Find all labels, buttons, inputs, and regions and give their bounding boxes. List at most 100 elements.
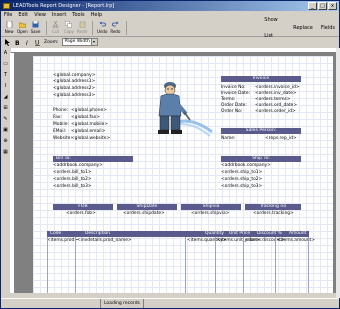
ship-to-line[interactable]: <orders.ship_to2>	[221, 177, 262, 183]
invoice-value[interactable]: <orders.order_id>	[255, 109, 296, 114]
bill-to-line[interactable]: <orders.bill_to1>	[53, 170, 92, 176]
paste-icon	[79, 21, 85, 28]
contact-label[interactable]: Phone:	[53, 108, 68, 114]
ship-to-header[interactable]: Ship To:	[221, 156, 301, 162]
left-toolbox: A ▭ T I ◢ ⊞ ✎ ▣ ⊕ ▦	[1, 48, 10, 298]
vertical-scrollbar[interactable]	[336, 48, 340, 298]
invoice-label[interactable]: Terms:	[221, 97, 235, 102]
pointer-icon[interactable]	[4, 38, 11, 46]
minimize-button[interactable]: _	[308, 2, 317, 10]
save-button[interactable]: Save	[29, 20, 41, 36]
menu-insert[interactable]: Insert	[52, 11, 66, 19]
tracking-header[interactable]: Tracking no	[245, 204, 301, 210]
status-left	[1, 299, 101, 308]
pen-tool-icon[interactable]: ✎	[2, 116, 9, 123]
invoice-value[interactable]: <orders.ord_date>	[255, 103, 297, 108]
invoice-header[interactable]: Invoice	[221, 76, 301, 82]
contact-label[interactable]: Website:	[53, 136, 72, 142]
close-button[interactable]: x	[328, 2, 337, 10]
bill-to-header[interactable]: Bill To:	[53, 156, 133, 162]
column-divider	[215, 237, 216, 293]
contact-value[interactable]: <global.website>	[71, 136, 110, 142]
fob-header[interactable]: FOB	[53, 204, 113, 210]
invoice-value[interactable]: <orders.inv_date>	[255, 91, 296, 96]
open-button[interactable]: Open	[16, 20, 28, 36]
sales-name-label[interactable]: Name:	[221, 136, 235, 141]
line-tool-icon[interactable]: ◢	[2, 94, 9, 101]
toolbar-separator	[92, 20, 94, 35]
col-description[interactable]: Description	[85, 231, 110, 237]
invoice-value[interactable]: <orders.terms>	[255, 97, 290, 102]
copy-button[interactable]: Copy	[63, 20, 75, 36]
frame-tool-icon[interactable]: ▣	[2, 127, 9, 134]
report-page[interactable]: <global.company> <global.address1> <glob…	[33, 56, 333, 293]
contact-label[interactable]: Fax:	[53, 115, 62, 121]
company-line[interactable]: <global.address3>	[53, 93, 95, 99]
ship-to-line[interactable]: <addrbook.company>	[221, 163, 271, 169]
menu-tools[interactable]: Tools	[72, 11, 84, 19]
col-code[interactable]: Code	[50, 231, 61, 237]
contact-value[interactable]: <global.email>	[71, 129, 105, 135]
redo-button[interactable]: Redo	[109, 20, 121, 36]
rectangle-tool-icon[interactable]: ▭	[2, 61, 9, 68]
shipdate-value[interactable]: <orders.shipdate>	[123, 211, 165, 217]
text-tool-icon[interactable]: A	[2, 50, 9, 57]
ship-to-line[interactable]: <orders.ship_to1>	[221, 170, 262, 176]
folder-open-icon	[18, 22, 26, 28]
col-unit-price[interactable]: Unit Price	[229, 231, 250, 237]
col-discount[interactable]: Discount %	[257, 231, 282, 237]
table-tool-icon[interactable]: ⊞	[2, 105, 9, 112]
col-amount[interactable]: Amount	[289, 231, 306, 237]
company-logo-image[interactable]	[148, 78, 216, 140]
bill-to-line[interactable]: <orders.bill_to3>	[53, 184, 92, 190]
bold-icon[interactable]: B	[14, 39, 21, 46]
status-bar: Loading records	[1, 298, 339, 308]
invoice-value[interactable]: <orders.invoice_id>	[255, 85, 300, 90]
item-code-field[interactable]: <items.prod>	[47, 238, 78, 243]
item-amount-field[interactable]: <items.amount>	[277, 238, 315, 243]
tracking-value[interactable]: <orders.tracking>	[253, 211, 294, 217]
invoice-label[interactable]: Order Date:	[221, 103, 247, 108]
column-divider	[185, 237, 186, 293]
invoice-label[interactable]: Invoice Date:	[221, 91, 250, 96]
barcode-tool-icon[interactable]: ⊕	[2, 138, 9, 145]
image-tool-icon[interactable]: I	[2, 83, 9, 90]
paste-button[interactable]: Paste	[76, 20, 88, 36]
company-line[interactable]: <global.address1>	[53, 79, 95, 85]
cut-button[interactable]: Cut	[50, 20, 62, 36]
shipvia-header[interactable]: Shipvia	[181, 204, 241, 210]
contact-value[interactable]: <global.phone>	[71, 108, 107, 114]
bill-to-line[interactable]: <addrbook.company>	[53, 163, 103, 169]
contact-value[interactable]: <global.fax>	[71, 115, 100, 121]
fields-button[interactable]: Fields	[321, 20, 335, 36]
shipvia-value[interactable]: <orders.shipvia>	[191, 211, 229, 217]
invoice-label[interactable]: Invoice No:	[221, 85, 246, 90]
contact-value[interactable]: <global.mobile>	[71, 122, 108, 128]
item-description-field[interactable]: <invdetails.prod_name>	[77, 238, 132, 243]
menu-view[interactable]: View	[34, 11, 46, 19]
menu-edit[interactable]: Edit	[18, 11, 28, 19]
company-line[interactable]: <global.address2>	[53, 86, 95, 92]
invoice-label[interactable]: Order No:	[221, 109, 242, 114]
grid-tool-icon[interactable]: ▦	[2, 149, 9, 156]
sales-name-value[interactable]: <reps.rep_id>	[265, 136, 297, 141]
italic-icon[interactable]: I	[24, 39, 31, 46]
new-button[interactable]: New	[3, 20, 15, 36]
column-divider	[275, 237, 276, 293]
contact-label[interactable]: Mobile:	[53, 122, 69, 128]
bill-to-line[interactable]: <orders.bill_to2>	[53, 177, 92, 183]
underline-icon[interactable]: U	[34, 39, 41, 46]
field-tool-icon[interactable]: T	[2, 72, 9, 79]
sales-person-header[interactable]: Sales Person:	[221, 128, 301, 134]
maximize-button[interactable]: □	[318, 2, 327, 10]
zoom-select[interactable]: Page Width ▾	[61, 38, 98, 46]
menu-help[interactable]: Help	[91, 11, 102, 19]
shipdate-header[interactable]: ShipDate	[117, 204, 177, 210]
paste-label: Paste	[76, 28, 88, 34]
undo-button[interactable]: Undo	[96, 20, 108, 36]
fob-value[interactable]: <orders.fob>	[66, 211, 96, 217]
replace-button[interactable]: Replace	[293, 20, 313, 36]
menu-file[interactable]: File	[4, 11, 12, 19]
contact-label[interactable]: EMail:	[53, 129, 66, 135]
ship-to-line[interactable]: <orders.ship_to3>	[221, 184, 262, 190]
